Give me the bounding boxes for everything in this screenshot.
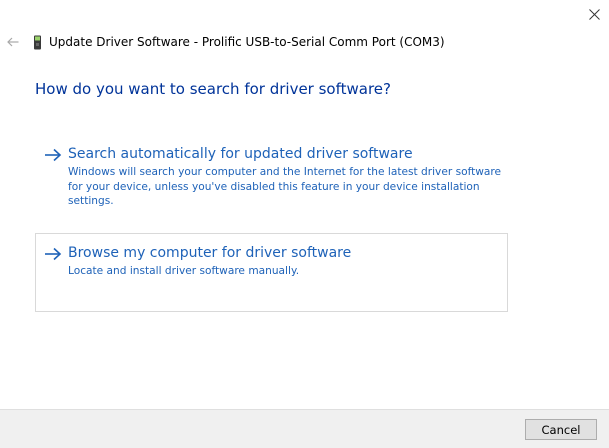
close-icon: [588, 8, 600, 20]
option-description: Locate and install driver software manua…: [68, 265, 300, 277]
title-bar: Update Driver Software - Prolific USB-to…: [4, 31, 445, 53]
close-button[interactable]: [579, 0, 609, 28]
arrow-right-icon: [44, 145, 68, 165]
dialog-footer: Cancel: [0, 409, 609, 448]
usb-device-icon: [31, 34, 43, 50]
browse-computer-option[interactable]: Browse my computer for driver software L…: [35, 233, 508, 312]
option-description: Windows will search your computer and th…: [68, 166, 502, 207]
update-driver-dialog: Update Driver Software - Prolific USB-to…: [0, 0, 609, 448]
back-arrow-icon: [7, 37, 19, 47]
back-button[interactable]: [4, 33, 22, 51]
window-title: Update Driver Software - Prolific USB-to…: [49, 35, 445, 49]
cancel-button[interactable]: Cancel: [525, 419, 597, 440]
arrow-right-icon: [44, 244, 68, 264]
page-heading: How do you want to search for driver sof…: [35, 80, 391, 98]
option-title: Search automatically for updated driver …: [68, 146, 413, 162]
search-automatically-option[interactable]: Search automatically for updated driver …: [35, 134, 508, 212]
option-title: Browse my computer for driver software: [68, 245, 352, 261]
